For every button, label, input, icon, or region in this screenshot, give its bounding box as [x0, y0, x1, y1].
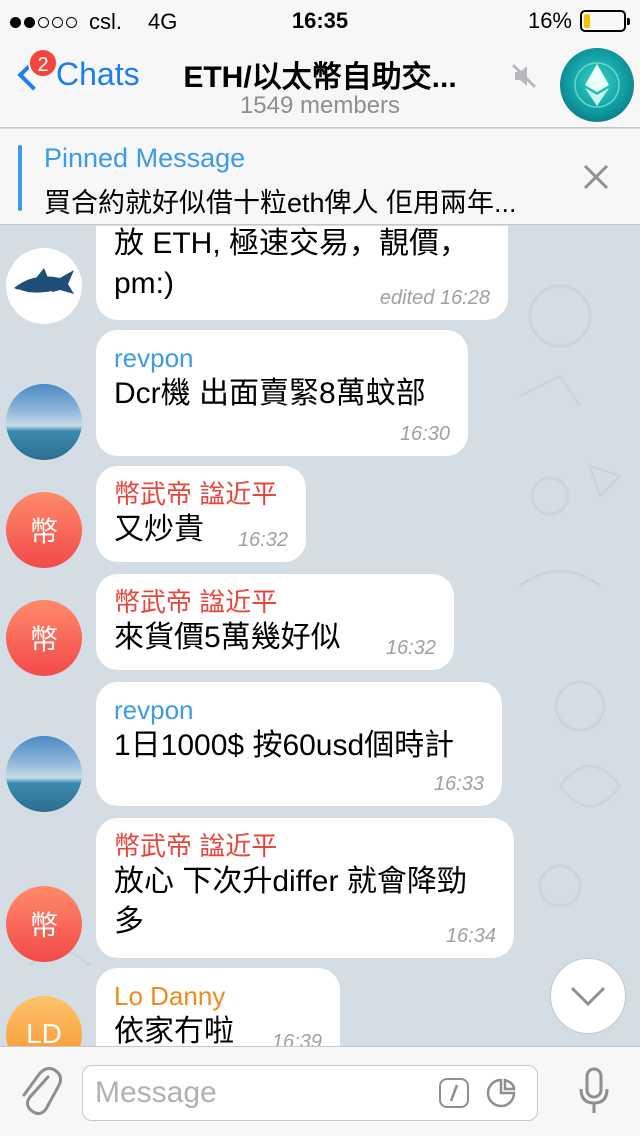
sender-name[interactable]: 幣武帝 諡近平 [114, 586, 434, 618]
message-bubble[interactable]: 幣武帝 諡近平 放心 下次升differ 就會降勁 多 16:34 [96, 818, 514, 958]
message-list[interactable]: 放 ETH, 極速交易，靚價， pm:) edited 16:28 revpon… [0, 226, 640, 1046]
sender-name[interactable]: revpon [114, 694, 482, 726]
back-button[interactable]: 2 Chats [14, 48, 140, 93]
avatar[interactable]: 幣 [6, 492, 82, 568]
message-bubble[interactable]: 放 ETH, 極速交易，靚價， pm:) edited 16:28 [96, 226, 508, 320]
message-time: 16:33 [433, 773, 484, 795]
avatar[interactable]: 幣 [6, 886, 82, 962]
battery-percent: 16% [527, 8, 572, 33]
message-time: 16:39 [271, 1031, 322, 1046]
composer-bar [0, 1046, 640, 1136]
avatar-initials: 幣 [29, 516, 58, 547]
sticker-icon[interactable] [485, 1077, 517, 1109]
message-bubble[interactable]: 幣武帝 諡近平 又炒貴 16:32 [96, 466, 306, 562]
message-time: 16:34 [445, 925, 496, 947]
slash-icon [449, 1084, 459, 1102]
pinned-message[interactable]: Pinned Message 買合約就好似借十粒eth俾人 佢用兩年... [0, 129, 640, 225]
unread-badge: 2 [28, 48, 58, 78]
status-bar: csl. 4G 16:35 16% [0, 0, 640, 40]
pinned-text: 買合約就好似借十粒eth俾人 佢用兩年... [44, 188, 517, 218]
message-bubble[interactable]: 幣武帝 諡近平 來貨價5萬幾好似 16:32 [96, 574, 454, 670]
sender-name[interactable]: 幣武帝 諡近平 [114, 478, 286, 510]
avatar-initials: LD [26, 1018, 62, 1046]
status-right: 16% [527, 8, 630, 34]
avatar[interactable] [6, 384, 82, 460]
message-bubble[interactable]: revpon 1日1000$ 按60usd個時計 16:33 [96, 682, 502, 806]
message-text: 放心 下次升differ 就會降勁 多 [114, 865, 467, 938]
microphone-icon[interactable] [578, 1067, 610, 1117]
group-avatar[interactable] [560, 48, 634, 122]
pinned-accent-bar [18, 145, 22, 211]
pinned-title: Pinned Message [44, 143, 246, 173]
message-field[interactable] [82, 1065, 538, 1121]
muted-speaker-icon [511, 63, 537, 89]
back-label: Chats [56, 56, 140, 92]
avatar-initials: 幣 [29, 624, 58, 655]
chat-title[interactable]: ETH/以太幣自助交... [150, 52, 490, 96]
member-count: 1549 members [239, 92, 401, 119]
avatar-initials: 幣 [29, 910, 58, 941]
message-bubble[interactable]: revpon Dcr機 出面賣緊8萬蚊部 16:30 [96, 330, 468, 456]
avatar[interactable] [6, 248, 82, 324]
battery-icon [580, 10, 630, 32]
sender-name[interactable]: Lo Danny [114, 980, 320, 1012]
message-text: 1日1000$ 按60usd個時計 [114, 729, 455, 762]
bot-command-button[interactable] [439, 1078, 469, 1108]
ethereum-logo-icon [574, 62, 620, 108]
message-time: 16:32 [385, 637, 436, 659]
message-time: 16:32 [237, 529, 288, 551]
message-bubble[interactable]: Lo Danny 依家冇啦 16:39 [96, 968, 340, 1046]
scroll-to-bottom-button[interactable] [550, 958, 626, 1034]
sender-name[interactable]: 幣武帝 諡近平 [114, 830, 494, 862]
message-input[interactable] [83, 1066, 423, 1120]
chat-header: 2 Chats ETH/以太幣自助交... 1549 members [0, 40, 640, 128]
sender-name[interactable]: revpon [114, 342, 448, 374]
avatar[interactable]: 幣 [6, 600, 82, 676]
close-icon[interactable] [582, 163, 610, 191]
chevron-down-icon [570, 986, 606, 1007]
message-text: Dcr機 出面賣緊8萬蚊部 [114, 377, 426, 410]
shark-avatar-icon [14, 268, 74, 295]
paperclip-icon[interactable] [18, 1065, 62, 1117]
message-time: 16:30 [399, 423, 450, 445]
message-time: edited 16:28 [379, 287, 490, 309]
avatar[interactable] [6, 736, 82, 812]
